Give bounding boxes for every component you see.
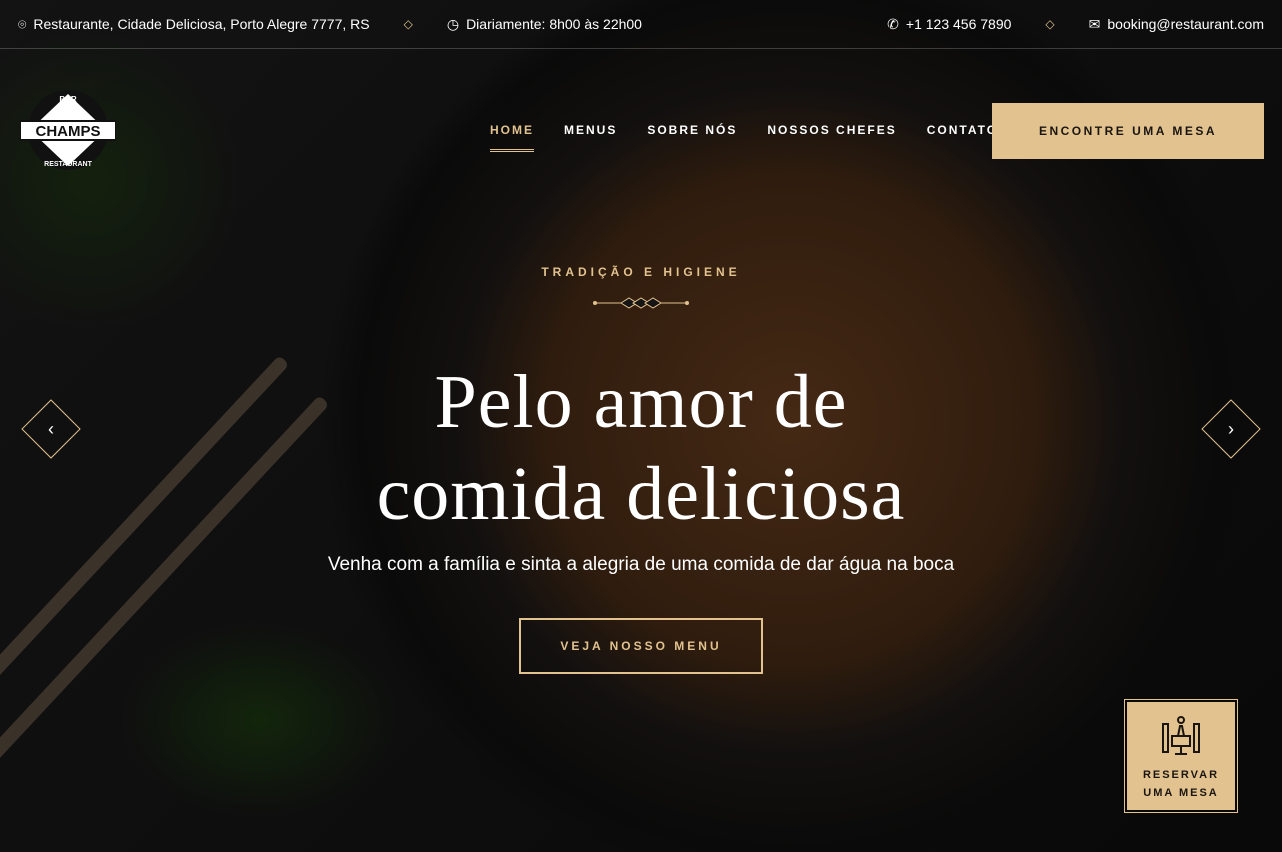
location-pin-icon: ⌾	[18, 15, 27, 32]
chevron-left-icon: ‹	[48, 418, 54, 439]
hero-lead: Venha com a família e sinta a alegria de…	[327, 554, 955, 575]
address: ⌾ Restaurante, Cidade Deliciosa, Porto Al…	[18, 15, 370, 33]
reserve-table-button[interactable]: RESERVAR UMA MESA	[1124, 699, 1238, 813]
view-menu-button[interactable]: VEJA NOSSO MENU	[519, 618, 763, 674]
svg-text:CHAMPS: CHAMPS	[35, 123, 100, 140]
email-link[interactable]: ✉ booking@restaurant.com	[1089, 16, 1264, 33]
envelope-icon: ✉	[1088, 15, 1101, 32]
hours: ◷ Diariamente: 8h00 às 22h00	[446, 15, 642, 33]
find-table-button[interactable]: ENCONTRE UMA MESA	[992, 103, 1264, 159]
diamond-separator-icon: ◇	[1045, 17, 1055, 31]
phone-icon: ✆	[887, 15, 899, 32]
chevron-right-icon: ›	[1228, 418, 1234, 439]
phone-link[interactable]: ✆ +1 123 456 7890	[887, 16, 1011, 33]
clock-icon: ◷	[446, 15, 460, 32]
svg-text:RESTAURANT: RESTAURANT	[44, 161, 92, 168]
hero-title: Pelo amor de comida deliciosa	[376, 360, 906, 536]
top-bar: ⌾ Restaurante, Cidade Deliciosa, Porto Al…	[0, 0, 1282, 49]
champs-logo[interactable]: CHAMPS BAR RESTAURANT	[20, 88, 116, 172]
hero-section: TRADIÇÃO E HIGIENE Pelo amor de comida de…	[0, 265, 1282, 674]
diamond-separator-icon: ◇	[403, 17, 413, 31]
nav-home[interactable]: HOME	[490, 123, 534, 152]
hero-subtitle: TRADIÇÃO E HIGIENE	[541, 265, 741, 279]
ornament-divider-icon	[593, 297, 689, 309]
main-nav: HOME MENUS SOBRE NÓS NOSSOS CHEFES CONTA…	[490, 123, 998, 152]
nav-nossos-chefes[interactable]: NOSSOS CHEFES	[767, 123, 896, 152]
svg-text:BAR: BAR	[59, 95, 77, 104]
nav-sobre-nos[interactable]: SOBRE NÓS	[647, 123, 737, 152]
dining-table-icon	[1162, 716, 1200, 755]
nav-contato[interactable]: CONTATO	[927, 123, 998, 152]
nav-menus[interactable]: MENUS	[564, 123, 617, 152]
